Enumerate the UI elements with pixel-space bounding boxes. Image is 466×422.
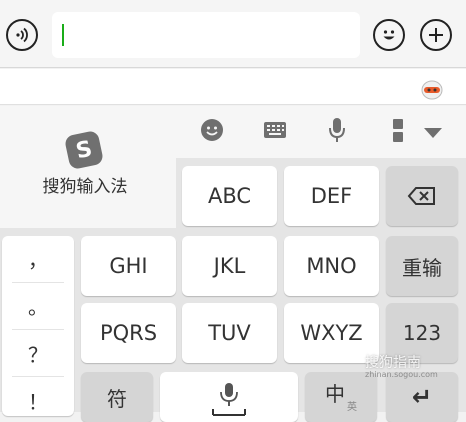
space-key[interactable] [160, 372, 298, 422]
key-abc[interactable]: ABC [182, 166, 277, 226]
divider [12, 329, 64, 330]
symbol-key[interactable]: 符 [81, 372, 153, 422]
toolbar-layout-icon[interactable] [385, 117, 411, 143]
ime-mascot-icon[interactable] [420, 78, 444, 100]
toolbar-emoji-icon[interactable] [199, 117, 225, 143]
key-jkl[interactable]: JKL [182, 236, 277, 296]
plus-icon[interactable] [420, 19, 452, 51]
ime-name-label: 搜狗输入法 [42, 177, 128, 197]
delete-key[interactable] [386, 166, 458, 226]
watermark-url: zhinan.sogou.com [365, 370, 438, 379]
divider [12, 376, 64, 377]
key-tuv[interactable]: TUV [182, 303, 277, 363]
key-ghi[interactable]: GHI [81, 236, 176, 296]
message-input[interactable] [52, 12, 360, 58]
lang-main-label: 中 [325, 382, 345, 406]
punctuation-column: ， 。 ？ ！ [2, 236, 74, 416]
microphone-icon [212, 383, 246, 416]
lang-sub-label: 英 [347, 402, 357, 413]
toolbar-keyboard-icon[interactable] [262, 117, 288, 143]
key-comma[interactable]: ， [2, 236, 74, 280]
watermark: 搜狗指南 zhinan.sogou.com [365, 352, 465, 388]
backspace-icon [407, 187, 435, 205]
key-def[interactable]: DEF [284, 166, 379, 226]
candidate-strip [0, 69, 466, 105]
toolbar-microphone-icon[interactable] [324, 117, 350, 143]
key-pqrs[interactable]: PQRS [81, 303, 176, 363]
text-caret [62, 24, 64, 46]
toolbar-collapse-icon[interactable] [420, 120, 446, 146]
emoji-icon[interactable] [373, 19, 405, 51]
key-exclamation[interactable]: ！ [2, 378, 74, 422]
key-mno[interactable]: MNO [284, 236, 379, 296]
ime-logo-panel [0, 106, 176, 228]
key-period[interactable]: 。 [2, 283, 74, 327]
reinput-key[interactable]: 重输 [386, 236, 458, 296]
key-question[interactable]: ？ [2, 331, 74, 375]
watermark-title: 搜狗指南 [365, 355, 421, 371]
voice-input-icon[interactable] [6, 19, 38, 51]
